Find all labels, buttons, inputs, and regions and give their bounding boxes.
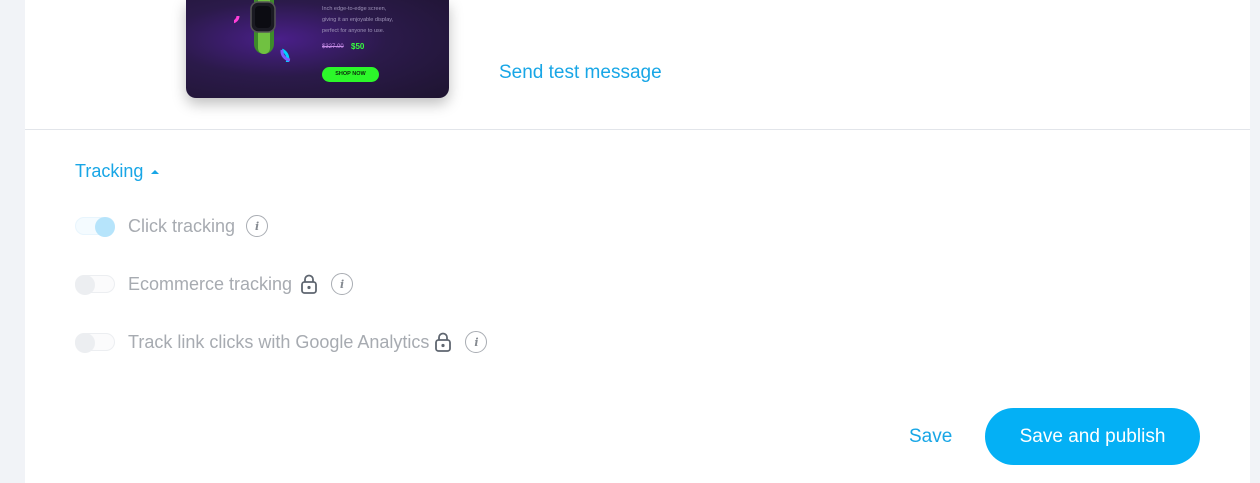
preview-body-copy: Inch edge-to-edge screen, giving it an e… xyxy=(322,4,432,37)
lock-icon xyxy=(435,332,452,352)
send-test-message-link[interactable]: Send test message xyxy=(499,62,662,84)
preview-copy-line: perfect for anyone to use. xyxy=(322,28,385,34)
lock-icon xyxy=(301,274,317,294)
preview-new-price: $50 xyxy=(351,42,365,51)
toggle-knob xyxy=(75,275,95,295)
email-preview-thumbnail[interactable]: Inch edge-to-edge screen, giving it an e… xyxy=(186,0,449,98)
info-icon[interactable]: i xyxy=(246,215,269,237)
google-analytics-tracking-label: Track link clicks with Google Analytics xyxy=(128,331,430,352)
tracking-title: Tracking xyxy=(75,161,144,181)
tracking-option-google-analytics: Track link clicks with Google Analytics … xyxy=(75,330,488,354)
toggle-knob xyxy=(95,217,115,237)
section-divider xyxy=(25,129,1250,130)
save-and-publish-button[interactable]: Save and publish xyxy=(985,408,1200,465)
ecommerce-tracking-label: Ecommerce tracking xyxy=(128,273,293,294)
tracking-section-toggle[interactable]: Tracking xyxy=(75,161,160,182)
google-analytics-tracking-toggle[interactable] xyxy=(75,333,115,353)
preview-copy-line: Inch edge-to-edge screen, xyxy=(322,6,387,12)
preview-old-price: $327.00 xyxy=(322,44,344,50)
smartwatch-image xyxy=(234,0,291,62)
toggle-knob xyxy=(75,333,95,353)
save-button[interactable]: Save xyxy=(909,426,952,448)
click-tracking-toggle[interactable] xyxy=(75,217,115,237)
preview-shop-now-button: SHOP NOW xyxy=(322,67,379,82)
preview-copy-line: giving it an enjoyable display, xyxy=(322,17,394,23)
info-icon[interactable]: i xyxy=(465,331,488,353)
tracking-option-ecommerce: Ecommerce tracking i xyxy=(75,272,354,296)
tracking-option-click: Click tracking i xyxy=(75,214,269,238)
caret-up-icon xyxy=(151,170,160,174)
info-icon[interactable]: i xyxy=(331,273,354,295)
click-tracking-label: Click tracking xyxy=(128,215,236,236)
ecommerce-tracking-toggle[interactable] xyxy=(75,275,115,295)
